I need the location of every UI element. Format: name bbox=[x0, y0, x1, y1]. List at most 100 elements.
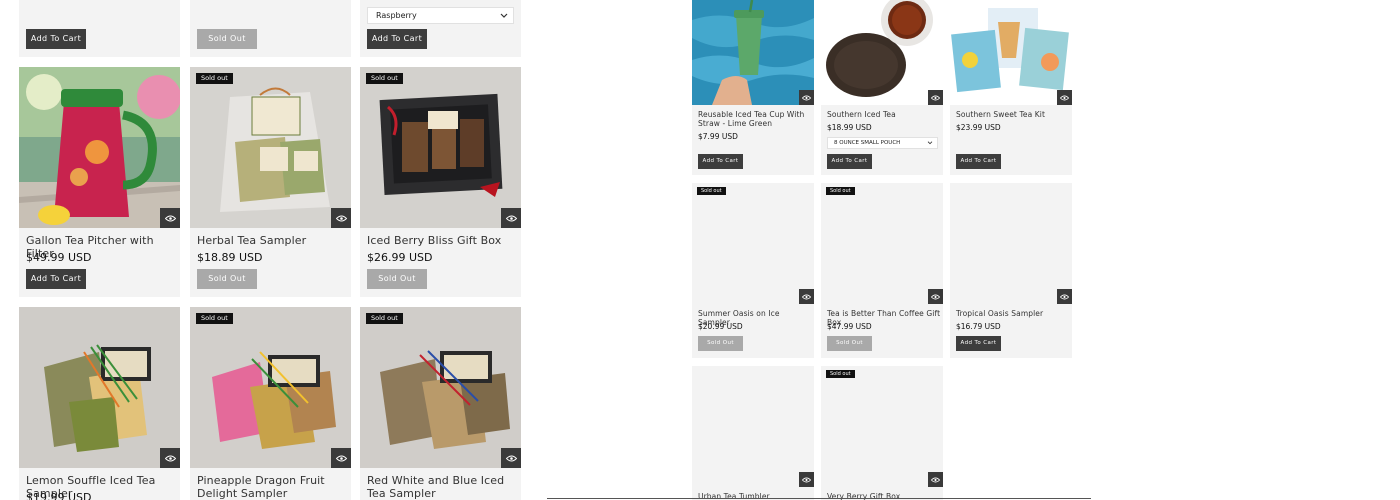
product-image[interactable] bbox=[360, 67, 521, 228]
eye-icon bbox=[335, 215, 347, 221]
product-price: $47.99 USD bbox=[827, 322, 872, 331]
chevron-down-icon bbox=[927, 141, 933, 145]
product-card: Sold out Tea is Better Than Coffee Gift … bbox=[821, 183, 943, 358]
quick-view-button[interactable] bbox=[1057, 90, 1072, 105]
product-card: Sold out Very Berry Gift Box bbox=[821, 366, 943, 500]
variant-select[interactable]: Raspberry bbox=[367, 7, 514, 24]
quick-view-button[interactable] bbox=[501, 448, 521, 468]
product-image[interactable] bbox=[19, 67, 180, 228]
eye-icon bbox=[802, 477, 811, 482]
product-price: $16.79 USD bbox=[956, 322, 1001, 331]
product-image[interactable] bbox=[360, 307, 521, 468]
product-grid-small: Reusable Iced Tea Cup With Straw - Lime … bbox=[547, 0, 1091, 500]
eye-icon bbox=[505, 215, 517, 221]
product-price: $23.99 USD bbox=[956, 123, 1001, 132]
product-image[interactable] bbox=[692, 0, 814, 105]
eye-icon bbox=[164, 215, 176, 221]
sold-out-badge: Sold out bbox=[196, 73, 233, 84]
quick-view-button[interactable] bbox=[799, 90, 814, 105]
product-price: $20.99 USD bbox=[698, 322, 743, 331]
product-price: $7.99 USD bbox=[698, 132, 738, 141]
quick-view-button[interactable] bbox=[928, 472, 943, 487]
quick-view-button[interactable] bbox=[501, 208, 521, 228]
product-title[interactable]: Iced Berry Bliss Gift Box bbox=[367, 234, 517, 247]
product-title[interactable]: Herbal Tea Sampler bbox=[197, 234, 347, 247]
product-image[interactable] bbox=[19, 307, 180, 468]
eye-icon bbox=[802, 294, 811, 299]
sold-out-badge: Sold out bbox=[826, 187, 855, 195]
product-price: $26.99 USD bbox=[367, 251, 433, 264]
quick-view-button[interactable] bbox=[160, 208, 180, 228]
add-to-cart-button[interactable]: Add To Cart bbox=[367, 29, 427, 49]
product-title[interactable]: Southern Sweet Tea Kit bbox=[956, 110, 1068, 119]
product-card: Lemon Souffle Iced Tea Sampler $19.99 US… bbox=[19, 307, 180, 500]
product-card: Sold out Pineapple Dragon Fruit Delight … bbox=[190, 307, 351, 500]
product-card: Reusable Iced Tea Cup With Straw - Lime … bbox=[692, 0, 814, 175]
sold-out-button[interactable]: Sold Out bbox=[698, 336, 743, 351]
product-image[interactable] bbox=[190, 67, 351, 228]
product-card: Gallon Tea Pitcher with Filter $49.99 US… bbox=[19, 67, 180, 297]
product-title[interactable]: Red White and Blue Iced Tea Sampler bbox=[367, 474, 517, 500]
variant-select-value: 8 OUNCE SMALL POUCH bbox=[834, 140, 901, 146]
eye-icon bbox=[931, 477, 940, 482]
product-card: Sold Out bbox=[190, 0, 351, 57]
quick-view-button[interactable] bbox=[1057, 289, 1072, 304]
product-image[interactable] bbox=[821, 0, 943, 105]
eye-icon bbox=[164, 455, 176, 461]
quick-view-button[interactable] bbox=[160, 448, 180, 468]
eye-icon bbox=[802, 95, 811, 100]
product-card: Add To Cart bbox=[19, 0, 180, 57]
add-to-cart-button[interactable]: Add To Cart bbox=[698, 154, 743, 169]
product-price: $49.99 USD bbox=[26, 251, 92, 264]
eye-icon bbox=[505, 455, 517, 461]
product-card: Sold out Herbal Tea Sampler $18.89 USD S… bbox=[190, 67, 351, 297]
quick-view-button[interactable] bbox=[799, 289, 814, 304]
chevron-down-icon bbox=[500, 13, 508, 18]
product-title[interactable]: Reusable Iced Tea Cup With Straw - Lime … bbox=[698, 110, 810, 128]
product-image[interactable] bbox=[190, 307, 351, 468]
quick-view-button[interactable] bbox=[928, 289, 943, 304]
add-to-cart-button[interactable]: Add To Cart bbox=[26, 29, 86, 49]
divider bbox=[547, 498, 1091, 499]
sold-out-badge: Sold out bbox=[366, 73, 403, 84]
eye-icon bbox=[335, 455, 347, 461]
eye-icon bbox=[1060, 294, 1069, 299]
product-title[interactable]: Pineapple Dragon Fruit Delight Sampler bbox=[197, 474, 347, 500]
product-card: Southern Iced Tea $18.99 USD 8 OUNCE SMA… bbox=[821, 0, 943, 175]
product-grid-large: Add To Cart Sold Out Raspberry Add To Ca… bbox=[0, 0, 540, 500]
product-card: Sold out Iced Berry Bliss Gift Box $26.9… bbox=[360, 67, 521, 297]
variant-select[interactable]: 8 OUNCE SMALL POUCH bbox=[827, 137, 938, 149]
product-image[interactable] bbox=[950, 0, 1072, 105]
quick-view-button[interactable] bbox=[331, 448, 351, 468]
product-card: Southern Sweet Tea Kit $23.99 USD Add To… bbox=[950, 0, 1072, 175]
product-card: Raspberry Add To Cart bbox=[360, 0, 521, 57]
product-price: $18.99 USD bbox=[827, 123, 872, 132]
sold-out-button[interactable]: Sold Out bbox=[827, 336, 872, 351]
quick-view-button[interactable] bbox=[799, 472, 814, 487]
add-to-cart-button[interactable]: Add To Cart bbox=[956, 154, 1001, 169]
product-card: Tropical Oasis Sampler $16.79 USD Add To… bbox=[950, 183, 1072, 358]
sold-out-button[interactable]: Sold Out bbox=[197, 29, 257, 49]
product-price: $19.99 USD bbox=[26, 491, 92, 500]
sold-out-badge: Sold out bbox=[196, 313, 233, 324]
quick-view-button[interactable] bbox=[928, 90, 943, 105]
eye-icon bbox=[1060, 95, 1069, 100]
product-card: Urban Tea Tumbler bbox=[692, 366, 814, 500]
eye-icon bbox=[931, 95, 940, 100]
sold-out-button[interactable]: Sold Out bbox=[367, 269, 427, 289]
sold-out-button[interactable]: Sold Out bbox=[197, 269, 257, 289]
add-to-cart-button[interactable]: Add To Cart bbox=[827, 154, 872, 169]
product-title[interactable]: Tropical Oasis Sampler bbox=[956, 309, 1068, 318]
product-card: Sold out Red White and Blue Iced Tea Sam… bbox=[360, 307, 521, 500]
variant-select-value: Raspberry bbox=[376, 11, 417, 20]
add-to-cart-button[interactable]: Add To Cart bbox=[26, 269, 86, 289]
sold-out-badge: Sold out bbox=[826, 370, 855, 378]
product-price: $18.89 USD bbox=[197, 251, 263, 264]
eye-icon bbox=[931, 294, 940, 299]
sold-out-badge: Sold out bbox=[366, 313, 403, 324]
add-to-cart-button[interactable]: Add To Cart bbox=[956, 336, 1001, 351]
sold-out-badge: Sold out bbox=[697, 187, 726, 195]
quick-view-button[interactable] bbox=[331, 208, 351, 228]
product-card: Sold out Summer Oasis on Ice Sampler $20… bbox=[692, 183, 814, 358]
product-title[interactable]: Southern Iced Tea bbox=[827, 110, 939, 119]
